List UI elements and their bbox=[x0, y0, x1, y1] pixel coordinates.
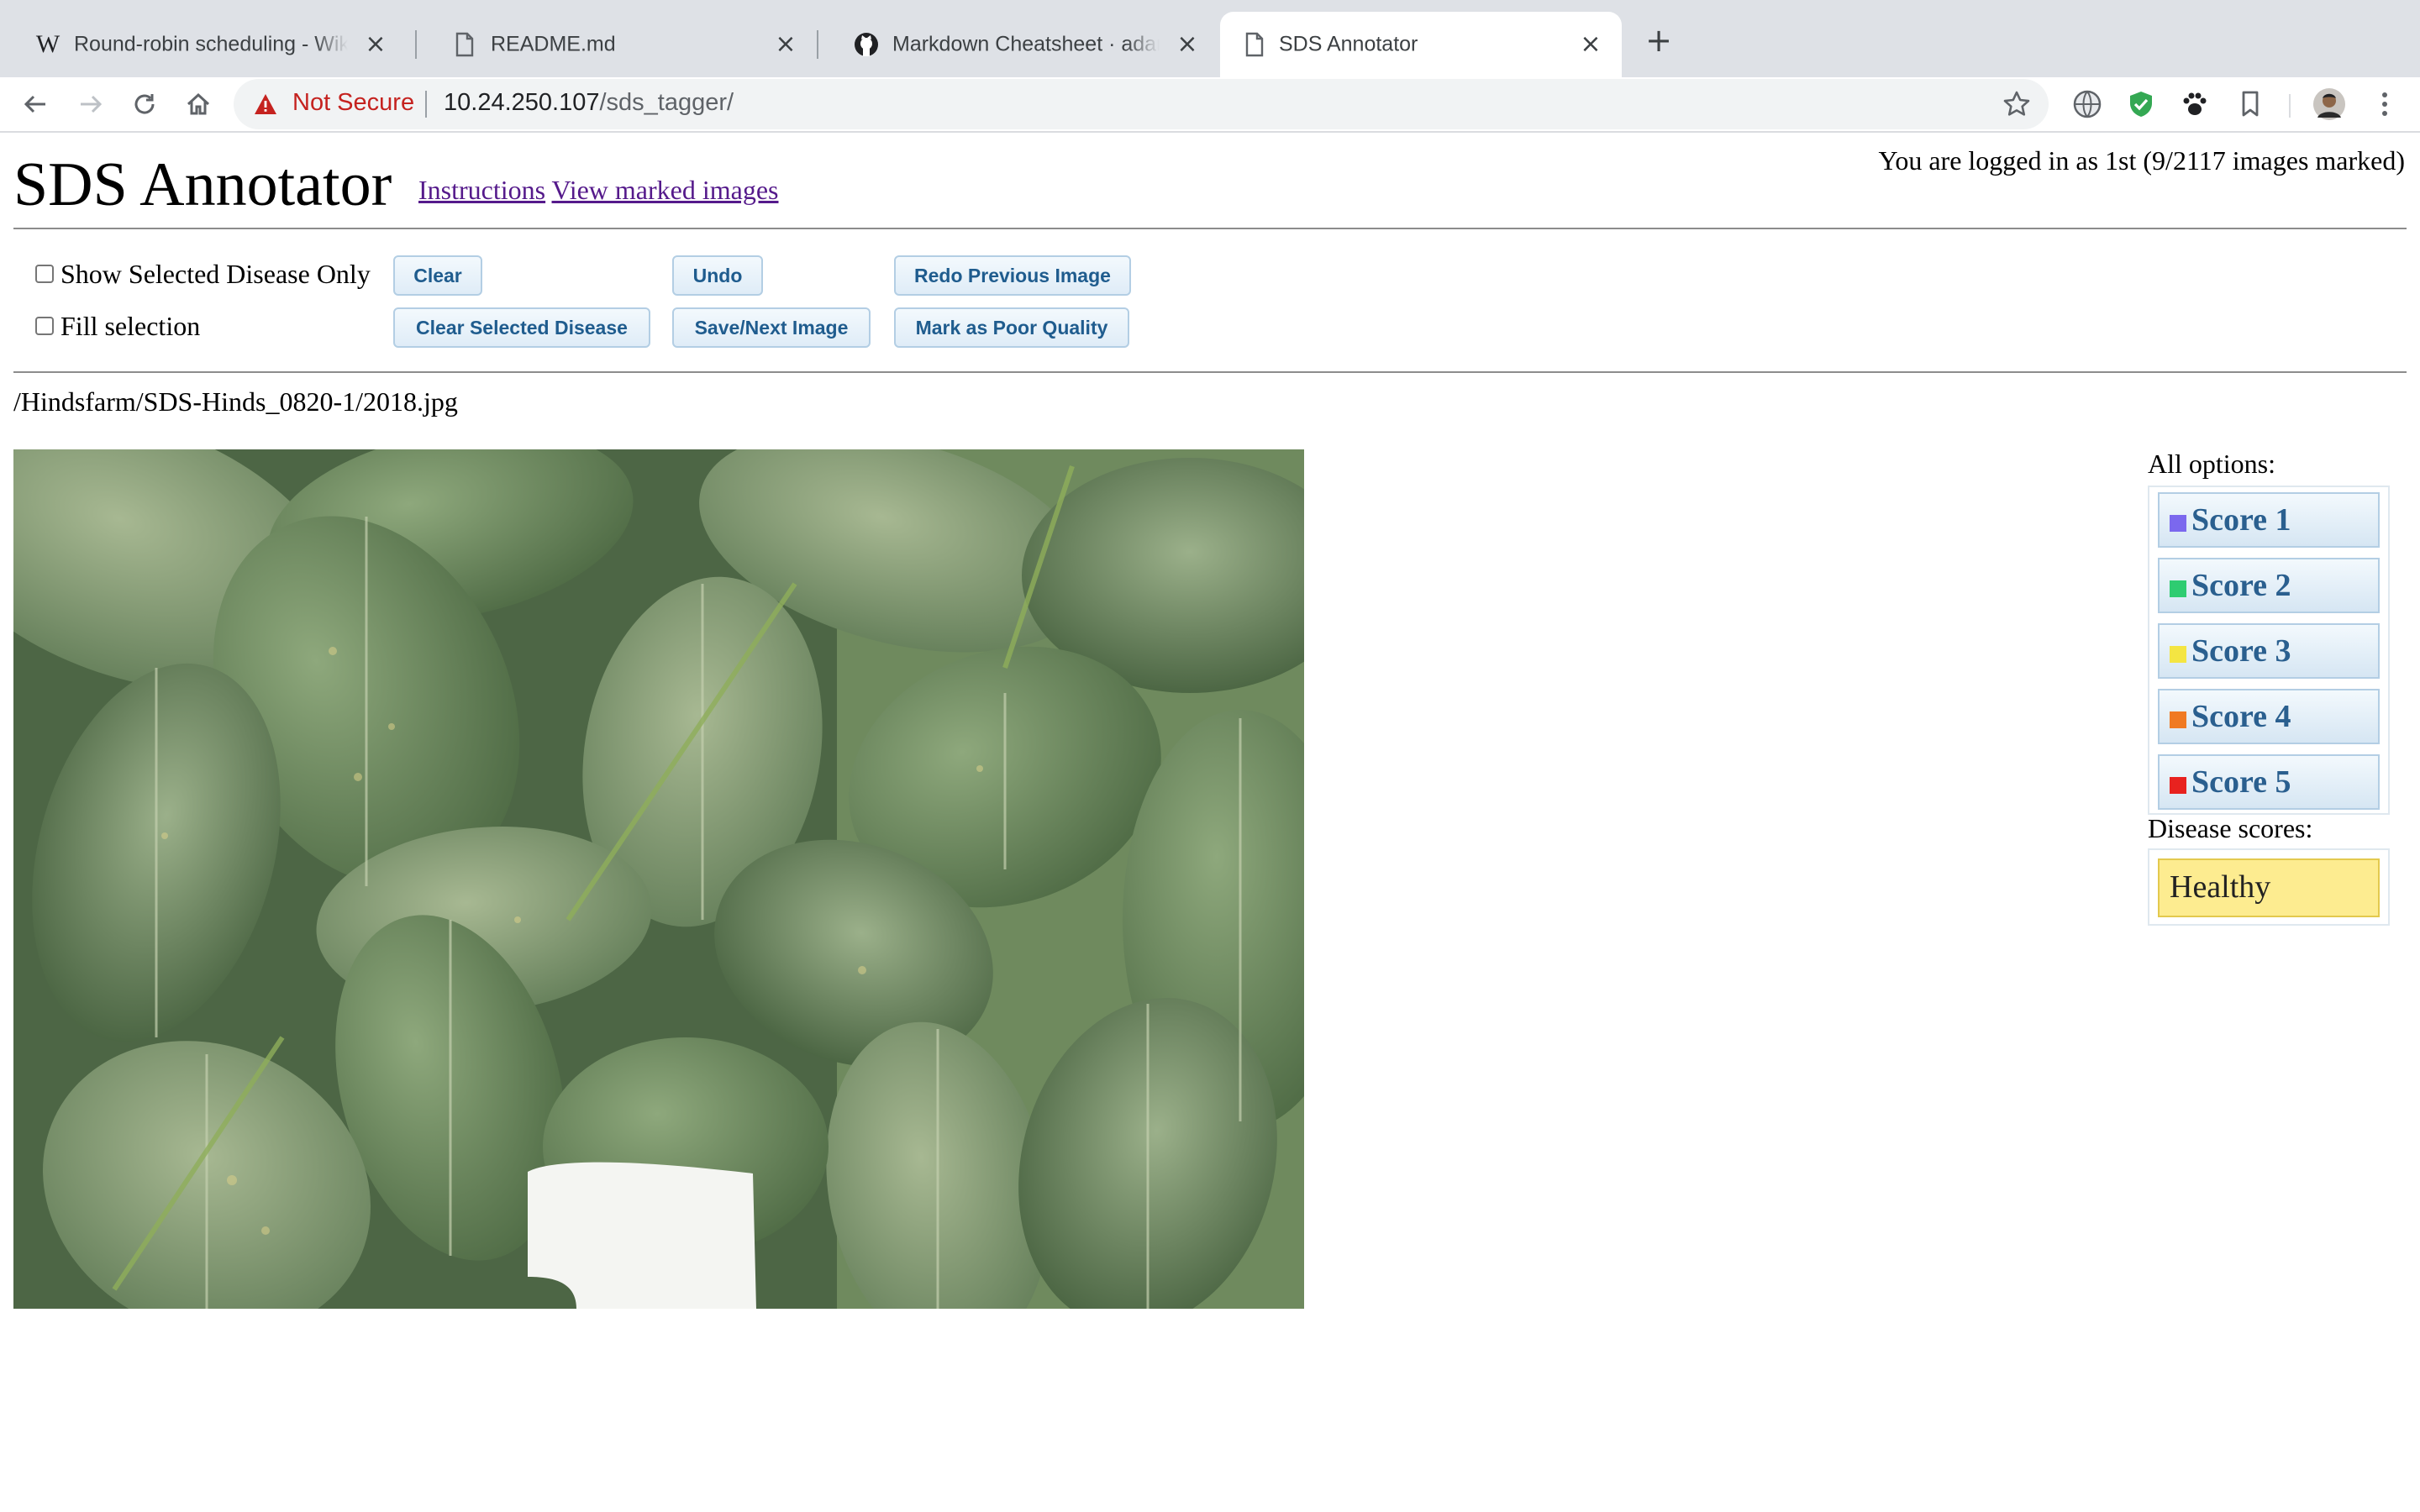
url-path: /sds_tagger/ bbox=[599, 89, 734, 116]
close-tab-icon[interactable]: × bbox=[1578, 32, 1603, 57]
extension-paw-icon[interactable] bbox=[2178, 87, 2212, 121]
close-tab-icon[interactable]: × bbox=[363, 32, 388, 57]
instructions-link[interactable]: Instructions bbox=[418, 175, 545, 205]
current-score-badge[interactable]: Healthy bbox=[2158, 858, 2380, 917]
tab-title-fade bbox=[1126, 20, 1160, 69]
reload-button[interactable] bbox=[128, 87, 161, 121]
tab-round-robin[interactable]: W Round-robin scheduling - Wiki × bbox=[0, 12, 407, 77]
bookmark-icon[interactable] bbox=[2233, 87, 2267, 121]
toolbar-separator bbox=[2289, 94, 2291, 118]
tab-title: Markdown Cheatsheet · adam- bbox=[892, 32, 1160, 56]
score-2-swatch bbox=[2170, 580, 2186, 597]
score-4-button[interactable]: Score 4 bbox=[2158, 689, 2380, 744]
fill-selection-label: Fill selection bbox=[60, 311, 201, 341]
wikipedia-icon: W bbox=[35, 30, 60, 58]
tab-readme[interactable]: README.md × bbox=[417, 12, 817, 77]
score-5-label: Score 5 bbox=[2191, 764, 2291, 800]
disease-scores-label: Disease scores: bbox=[2148, 813, 2313, 843]
tab-title: SDS Annotator bbox=[1279, 32, 1418, 56]
show-selected-disease-toggle[interactable]: Show Selected Disease Only bbox=[35, 257, 371, 291]
url-text[interactable]: 10.24.250.107/sds_tagger/ bbox=[444, 89, 734, 117]
login-status: You are logged in as 1st (9/2117 images … bbox=[1878, 145, 2405, 176]
score-2-button[interactable]: Score 2 bbox=[2158, 558, 2380, 613]
redo-previous-image-button[interactable]: Redo Previous Image bbox=[894, 255, 1131, 296]
close-tab-icon[interactable]: × bbox=[1175, 32, 1200, 57]
address-separator bbox=[425, 91, 427, 118]
clear-selected-disease-button[interactable]: Clear Selected Disease bbox=[393, 307, 650, 348]
disease-scores-panel: Healthy bbox=[2148, 848, 2390, 926]
fill-selection-checkbox[interactable] bbox=[35, 317, 54, 335]
page-content: SDS Annotator Instructions View marked i… bbox=[0, 133, 2420, 1512]
warning-icon bbox=[255, 94, 276, 114]
score-4-label: Score 4 bbox=[2191, 699, 2291, 734]
annotation-canvas[interactable] bbox=[13, 449, 1304, 1309]
document-icon bbox=[452, 32, 477, 57]
bookmark-star-icon[interactable] bbox=[2002, 89, 2032, 119]
score-3-swatch bbox=[2170, 646, 2186, 663]
header-links: Instructions View marked images bbox=[418, 173, 779, 207]
show-selected-disease-label: Show Selected Disease Only bbox=[60, 259, 371, 289]
clear-button[interactable]: Clear bbox=[393, 255, 482, 296]
show-selected-disease-checkbox[interactable] bbox=[35, 265, 54, 283]
score-2-label: Score 2 bbox=[2191, 568, 2291, 603]
divider-top bbox=[13, 228, 2407, 229]
extension-shield-icon[interactable] bbox=[2124, 87, 2158, 121]
document-icon bbox=[1242, 32, 1267, 57]
undo-button[interactable]: Undo bbox=[672, 255, 763, 296]
back-button[interactable] bbox=[18, 87, 52, 121]
forward-arrow-icon bbox=[81, 95, 103, 113]
home-button[interactable] bbox=[182, 87, 215, 121]
address-bar[interactable]: Not Secure 10.24.250.107/sds_tagger/ bbox=[234, 79, 2049, 129]
tab-markdown-cheatsheet[interactable]: Markdown Cheatsheet · adam- × bbox=[818, 12, 1218, 77]
avatar[interactable] bbox=[2312, 87, 2346, 121]
save-next-image-button[interactable]: Save/Next Image bbox=[672, 307, 871, 348]
tab-title: Round-robin scheduling - Wiki bbox=[74, 32, 348, 56]
tab-title: README.md bbox=[491, 32, 616, 56]
extension-globe-icon[interactable] bbox=[2070, 87, 2104, 121]
tab-title-fade bbox=[314, 20, 348, 69]
view-marked-images-link[interactable]: View marked images bbox=[552, 175, 779, 205]
tab-sds-annotator[interactable]: SDS Annotator × bbox=[1220, 12, 1622, 77]
leaf-photo bbox=[13, 449, 1304, 1309]
browser-toolbar: Not Secure 10.24.250.107/sds_tagger/ bbox=[0, 77, 2420, 133]
all-options-label: All options: bbox=[2148, 449, 2276, 479]
new-tab-button[interactable]: + bbox=[1640, 22, 1677, 59]
mark-poor-quality-button[interactable]: Mark as Poor Quality bbox=[894, 307, 1129, 348]
score-1-button[interactable]: Score 1 bbox=[2158, 492, 2380, 548]
score-1-label: Score 1 bbox=[2191, 502, 2291, 538]
options-panel: Score 1 Score 2 Score 3 Score 4 Score 5 bbox=[2148, 486, 2390, 815]
score-1-swatch bbox=[2170, 515, 2186, 532]
fill-selection-toggle[interactable]: Fill selection bbox=[35, 309, 200, 343]
home-icon bbox=[187, 92, 210, 115]
score-5-button[interactable]: Score 5 bbox=[2158, 754, 2380, 810]
url-host: 10.24.250.107 bbox=[444, 89, 600, 116]
github-icon bbox=[854, 32, 879, 57]
security-status[interactable]: Not Secure bbox=[292, 89, 414, 117]
score-3-label: Score 3 bbox=[2191, 633, 2291, 669]
back-arrow-icon bbox=[24, 95, 45, 113]
score-4-swatch bbox=[2170, 711, 2186, 728]
page-title: SDS Annotator bbox=[13, 150, 392, 219]
browser-tab-bar: W Round-robin scheduling - Wiki × README… bbox=[0, 0, 2420, 77]
close-tab-icon[interactable]: × bbox=[773, 32, 798, 57]
forward-button[interactable] bbox=[74, 87, 108, 121]
divider-bottom bbox=[13, 371, 2407, 373]
menu-kebab-icon[interactable] bbox=[2368, 87, 2402, 121]
reload-icon bbox=[134, 94, 155, 114]
score-3-button[interactable]: Score 3 bbox=[2158, 623, 2380, 679]
image-file-path: /Hindsfarm/SDS-Hinds_0820-1/2018.jpg bbox=[13, 386, 458, 417]
score-5-swatch bbox=[2170, 777, 2186, 794]
